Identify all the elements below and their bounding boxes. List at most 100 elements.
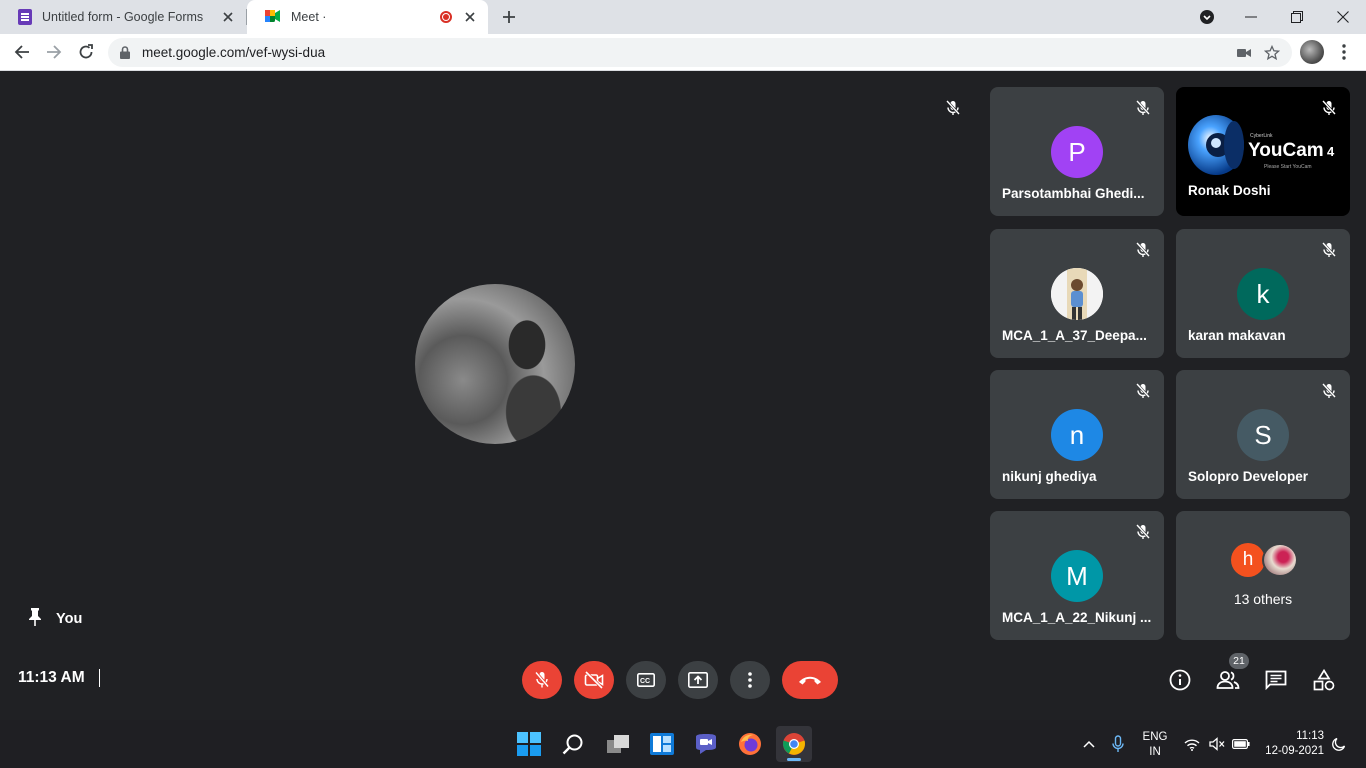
recording-indicator-icon — [440, 11, 452, 23]
close-window-button[interactable] — [1320, 0, 1366, 34]
participant-name: MCA_1_A_37_Deepa... — [1002, 328, 1147, 343]
more-options-button[interactable] — [730, 661, 770, 699]
task-view-button[interactable] — [600, 726, 636, 762]
toggle-microphone-button[interactable] — [522, 661, 562, 699]
participant-name: nikunj ghediya — [1002, 469, 1097, 484]
firefox-button[interactable] — [732, 726, 768, 762]
mic-off-icon — [534, 671, 550, 688]
system-clock[interactable]: 11:13 12-09-2021 — [1258, 729, 1324, 759]
participant-name: Ronak Doshi — [1188, 183, 1271, 198]
participant-photo-avatar — [1051, 268, 1103, 320]
start-button[interactable] — [511, 726, 547, 762]
activities-button[interactable] — [1311, 667, 1337, 693]
taskbar-search-button[interactable] — [555, 726, 591, 762]
input-language-indicator[interactable]: ENG IN — [1140, 730, 1170, 760]
widgets-button[interactable] — [644, 726, 680, 762]
lock-icon[interactable] — [120, 46, 132, 60]
participant-name: Parsotambhai Ghedi... — [1002, 186, 1145, 201]
teams-chat-button[interactable] — [688, 726, 724, 762]
address-bar[interactable]: meet.google.com/vef-wysi-dua — [108, 38, 1292, 67]
volume-tray-icon[interactable] — [1206, 720, 1228, 768]
windows-logo-icon — [517, 732, 541, 756]
close-icon — [1337, 11, 1349, 23]
mic-off-icon — [1318, 239, 1340, 261]
arrow-right-icon — [47, 45, 62, 59]
camera-in-use-icon[interactable] — [1230, 39, 1258, 67]
close-icon[interactable] — [220, 9, 236, 25]
chrome-button[interactable] — [776, 726, 812, 762]
tab-google-forms[interactable]: Untitled form - Google Forms — [0, 0, 246, 34]
leave-call-button[interactable] — [782, 661, 838, 699]
mic-off-icon — [1132, 97, 1154, 119]
youcam-logo-text: YouCam — [1248, 140, 1324, 161]
activities-shapes-icon — [1313, 669, 1335, 691]
participant-tile[interactable]: CyberLink YouCam 4 Please Start YouCam R… — [1176, 87, 1350, 216]
google-meet-icon — [265, 9, 281, 26]
bookmark-star-icon[interactable] — [1258, 39, 1286, 67]
chrome-icon — [783, 733, 805, 755]
participant-tile[interactable]: MCA_1_A_37_Deepa... — [990, 229, 1164, 358]
participant-avatar: M — [1051, 550, 1103, 602]
browser-toolbar: meet.google.com/vef-wysi-dua — [0, 34, 1366, 71]
participant-name: MCA_1_A_22_Nikunj ... — [1002, 610, 1152, 625]
language-code: ENG — [1142, 731, 1168, 743]
camera-off-icon — [584, 671, 604, 689]
mic-off-icon — [1132, 521, 1154, 543]
windows-taskbar: ENG IN 11:13 12-09-2021 — [0, 720, 1366, 768]
reload-button[interactable] — [73, 39, 99, 65]
youcam-logo-version: 4 — [1327, 144, 1335, 159]
toggle-camera-button[interactable] — [574, 661, 614, 699]
chat-button[interactable] — [1263, 667, 1289, 693]
mic-off-icon — [1132, 380, 1154, 402]
self-avatar — [415, 284, 575, 444]
participant-tile[interactable]: k karan makavan — [1176, 229, 1350, 358]
participant-photo-avatar — [1262, 543, 1298, 577]
others-tile[interactable]: h 13 others — [1176, 511, 1350, 640]
arrow-left-icon — [14, 45, 29, 59]
participant-tile[interactable]: M MCA_1_A_22_Nikunj ... — [990, 511, 1164, 640]
browser-menu-button[interactable] — [1334, 40, 1354, 64]
battery-tray-icon[interactable] — [1230, 720, 1252, 768]
others-count-label: 13 others — [1233, 591, 1293, 607]
focus-assist-button[interactable] — [1328, 720, 1350, 768]
present-now-button[interactable] — [678, 661, 718, 699]
microphone-tray-icon[interactable] — [1107, 720, 1129, 768]
region-code: IN — [1149, 746, 1161, 758]
tab-search-button[interactable] — [1184, 0, 1230, 34]
mic-off-icon — [942, 97, 964, 119]
participant-name: karan makavan — [1188, 328, 1286, 343]
new-tab-button[interactable] — [498, 6, 520, 28]
minimize-button[interactable] — [1228, 0, 1274, 34]
show-hidden-icons-button[interactable] — [1078, 720, 1100, 768]
search-icon — [562, 734, 583, 755]
participant-tile[interactable]: n nikunj ghediya — [990, 370, 1164, 499]
tab-title: Untitled form - Google Forms — [42, 10, 204, 24]
captions-button[interactable]: CC — [626, 661, 666, 699]
svg-text:CC: CC — [640, 678, 650, 685]
closed-captions-icon: CC — [637, 673, 655, 687]
self-name: You — [56, 611, 83, 627]
restore-button[interactable] — [1274, 0, 1320, 34]
active-app-indicator — [787, 758, 801, 761]
system-time: 11:13 — [1296, 730, 1324, 742]
pin-icon[interactable] — [28, 607, 42, 631]
meeting-details-button[interactable] — [1167, 667, 1193, 693]
participant-tile[interactable]: P Parsotambhai Ghedi... — [990, 87, 1164, 216]
show-everyone-button[interactable] — [1215, 667, 1241, 693]
info-icon — [1169, 669, 1191, 691]
profile-avatar[interactable] — [1300, 40, 1324, 64]
wifi-tray-icon[interactable] — [1181, 720, 1203, 768]
mic-off-icon — [1318, 97, 1340, 119]
forward-button[interactable] — [41, 39, 67, 65]
participant-avatar: S — [1237, 409, 1289, 461]
self-video-tile[interactable]: You — [0, 71, 980, 641]
back-button[interactable] — [9, 39, 35, 65]
participant-tile[interactable]: S Solopro Developer — [1176, 370, 1350, 499]
close-icon[interactable] — [462, 9, 478, 25]
tab-google-meet[interactable]: Meet · — [247, 0, 488, 34]
url-text[interactable]: meet.google.com/vef-wysi-dua — [142, 45, 1230, 60]
hang-up-icon — [799, 676, 821, 685]
people-icon — [1216, 671, 1240, 689]
self-name-label: You — [28, 607, 82, 631]
tab-title: Meet · — [291, 10, 327, 24]
